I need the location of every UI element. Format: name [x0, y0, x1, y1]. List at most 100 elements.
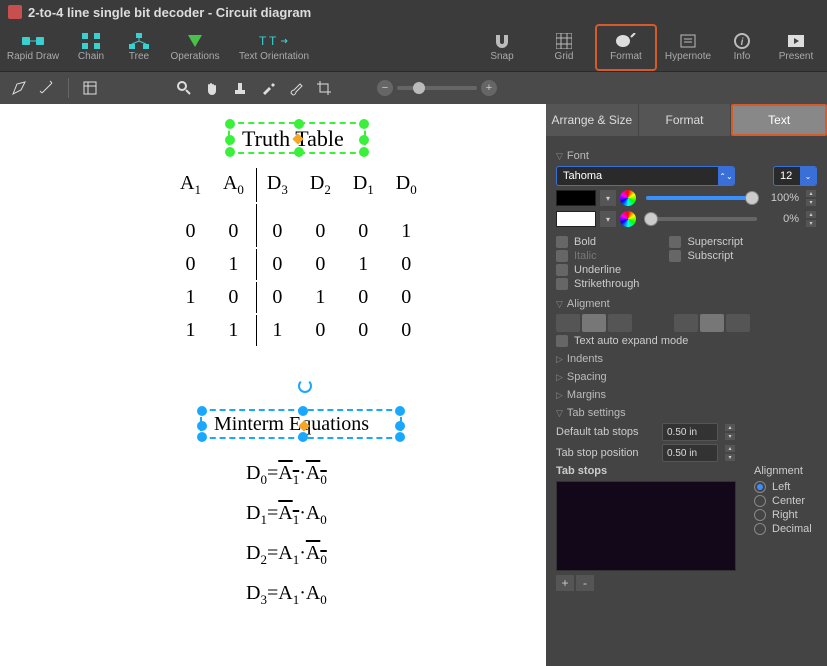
text-orientation-label: Text Orientation — [239, 51, 309, 62]
equation-d3[interactable]: D3=A1·A0 — [246, 582, 327, 608]
zoom-in-button[interactable]: + — [481, 80, 497, 96]
default-tab-field[interactable]: 0.50 in — [662, 423, 718, 441]
section-margins[interactable]: ▷Margins — [556, 389, 817, 401]
col-a1: A1 — [170, 168, 211, 202]
bg-opacity-value: 0% — [767, 213, 799, 225]
font-size-select[interactable]: 12⌄ — [773, 166, 817, 186]
h-align-group[interactable] — [556, 314, 632, 332]
section-alignment[interactable]: ▽Aligment — [556, 298, 817, 310]
hypernote-icon — [679, 33, 697, 49]
svg-text:T: T — [269, 34, 277, 48]
brush-button[interactable] — [285, 77, 307, 99]
chain-button[interactable]: Chain — [66, 24, 116, 71]
tab-arrange[interactable]: Arrange & Size — [546, 104, 639, 136]
minterm-title[interactable]: Minterm Equations — [214, 413, 369, 436]
underline-check[interactable]: Underline — [556, 264, 639, 276]
color-wheel-icon[interactable] — [620, 190, 636, 206]
align-left-radio[interactable]: Left — [754, 481, 812, 493]
tab-pos-label: Tab stop position — [556, 447, 656, 459]
svg-text:i: i — [741, 37, 744, 48]
auto-expand-check[interactable]: Text auto expand mode — [556, 335, 817, 347]
col-a0: A0 — [213, 168, 254, 202]
col-d3: D3 — [256, 168, 298, 202]
font-family-select[interactable]: Tahoma⌃⌄ — [556, 166, 735, 186]
italic-check[interactable]: Italic — [556, 250, 639, 262]
title-bar: 2-to-4 line single bit decoder - Circuit… — [0, 0, 827, 24]
pen-tool-button[interactable] — [8, 77, 30, 99]
hypernote-button[interactable]: Hypernote — [657, 24, 719, 71]
grid-icon — [556, 33, 572, 49]
canvas[interactable]: Truth Table A1 A0 D3 D2 D1 D0 000001 010… — [0, 104, 546, 666]
strike-check[interactable]: Strikethrough — [556, 278, 639, 290]
zoom-out-button[interactable]: − — [377, 80, 393, 96]
tree-button[interactable]: Tree — [116, 24, 162, 71]
zoom-slider[interactable]: − + — [377, 80, 497, 96]
magic-tool-button[interactable] — [36, 77, 58, 99]
text-opacity-slider[interactable] — [646, 196, 757, 200]
present-icon — [787, 33, 805, 49]
operations-button[interactable]: Operations — [162, 24, 228, 71]
search-icon — [176, 80, 192, 96]
section-indents[interactable]: ▷Indents — [556, 353, 817, 365]
section-tabs[interactable]: ▽Tab settings — [556, 407, 817, 419]
tab-stops-label: Tab stops — [556, 465, 736, 477]
default-tab-stepper[interactable]: ▴▾ — [724, 423, 736, 441]
tab-format[interactable]: Format — [639, 104, 732, 136]
secondary-toolbar: − + — [0, 72, 827, 104]
color-wheel-icon[interactable] — [620, 211, 636, 227]
snap-label: Snap — [490, 51, 513, 62]
superscript-check[interactable]: Superscript — [669, 236, 743, 248]
equation-d2[interactable]: D2=A1·A0 — [246, 542, 327, 568]
opacity-stepper[interactable]: ▴▾ — [805, 189, 817, 207]
align-right-radio[interactable]: Right — [754, 509, 812, 521]
add-tab-button[interactable]: + — [556, 575, 574, 591]
magnet-icon — [493, 33, 511, 49]
chain-label: Chain — [78, 51, 104, 62]
format-label: Format — [610, 51, 642, 62]
section-spacing[interactable]: ▷Spacing — [556, 371, 817, 383]
grid-button[interactable]: Grid — [533, 24, 595, 71]
eyedropper-button[interactable] — [257, 77, 279, 99]
info-button[interactable]: i Info — [719, 24, 765, 71]
operations-label: Operations — [171, 51, 220, 62]
svg-text:T: T — [259, 34, 267, 48]
zoom-button[interactable] — [173, 77, 195, 99]
rapid-draw-label: Rapid Draw — [7, 51, 59, 62]
grid-label: Grid — [555, 51, 574, 62]
tab-stops-list[interactable] — [556, 481, 736, 571]
remove-tab-button[interactable]: - — [576, 575, 594, 591]
tab-pos-stepper[interactable]: ▴▾ — [724, 444, 736, 462]
rapid-draw-button[interactable]: Rapid Draw — [0, 24, 66, 71]
align-center-radio[interactable]: Center — [754, 495, 812, 507]
bold-check[interactable]: Bold — [556, 236, 639, 248]
col-d0: D0 — [386, 168, 427, 202]
col-d1: D1 — [343, 168, 384, 202]
tab-pos-field[interactable]: 0.50 in — [662, 444, 718, 462]
text-orientation-button[interactable]: TT Text Orientation — [228, 24, 320, 71]
align-decimal-radio[interactable]: Decimal — [754, 523, 812, 535]
bg-opacity-stepper[interactable]: ▴▾ — [805, 210, 817, 228]
palette-icon — [615, 33, 637, 49]
default-tab-label: Default tab stops — [556, 426, 656, 438]
layers-button[interactable] — [79, 77, 101, 99]
inspector: Arrange & Size Format Text ▽Font Tahoma⌃… — [546, 104, 827, 666]
present-button[interactable]: Present — [765, 24, 827, 71]
hypernote-label: Hypernote — [665, 51, 711, 62]
section-font[interactable]: ▽Font — [556, 150, 817, 162]
v-align-group[interactable] — [674, 314, 750, 332]
bg-opacity-slider[interactable] — [646, 217, 757, 221]
format-button[interactable]: Format — [595, 24, 657, 71]
hand-tool-button[interactable] — [201, 77, 223, 99]
main-toolbar: Rapid Draw Chain Tree Operations TT Text… — [0, 24, 827, 72]
text-color[interactable]: ▾ — [556, 190, 636, 206]
snap-button[interactable]: Snap — [471, 24, 533, 71]
document-title: 2-to-4 line single bit decoder - Circuit… — [28, 5, 311, 20]
rotate-handle-icon[interactable] — [298, 379, 312, 393]
tab-text[interactable]: Text — [731, 104, 827, 136]
bg-color[interactable]: ▾ — [556, 211, 636, 227]
equation-d0[interactable]: D0=A1·A0 — [246, 462, 327, 488]
stamp-button[interactable] — [229, 77, 251, 99]
equation-d1[interactable]: D1=A1·A0 — [246, 502, 327, 528]
crop-button[interactable] — [313, 77, 335, 99]
subscript-check[interactable]: Subscript — [669, 250, 743, 262]
